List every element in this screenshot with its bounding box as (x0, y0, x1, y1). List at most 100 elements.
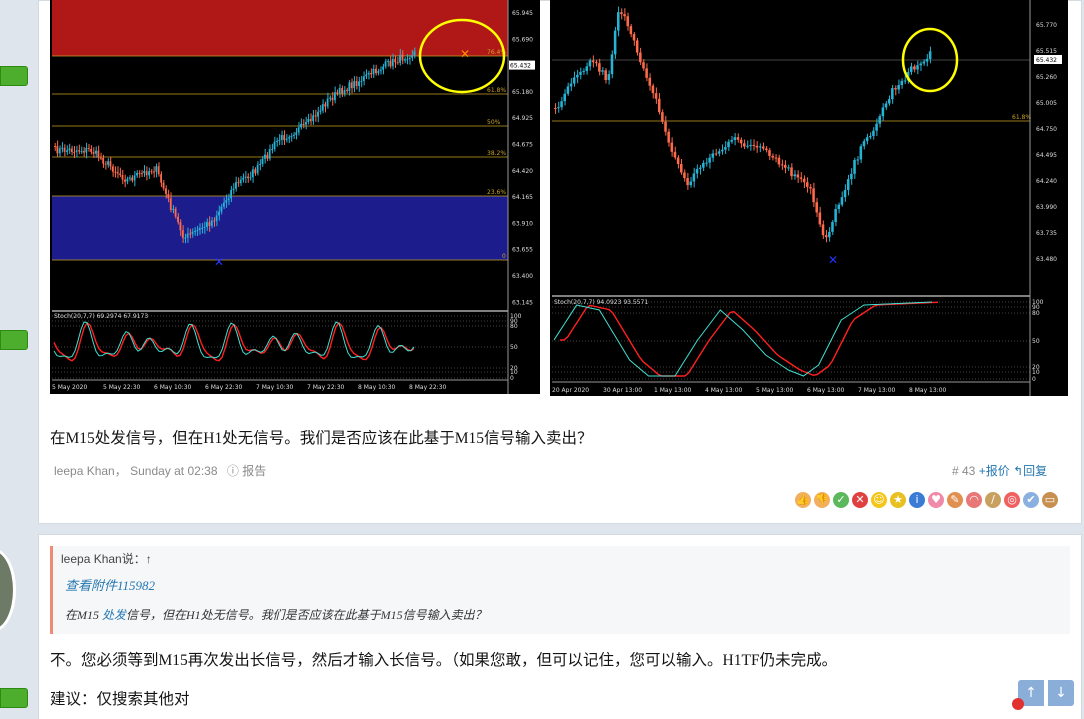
candle (635, 40, 639, 53)
candle (406, 59, 409, 61)
quote-button[interactable]: +报价 (979, 464, 1010, 478)
scroll-down-button[interactable]: ↓ (1048, 680, 1074, 706)
rainbow-icon[interactable]: ◠ (966, 492, 982, 508)
side-green-tab[interactable] (0, 66, 28, 86)
candle (365, 74, 368, 77)
post-author[interactable]: leepa Khan (54, 464, 115, 478)
candle (90, 148, 93, 152)
time-label: 7 May 22:30 (307, 384, 345, 391)
candle (54, 146, 56, 148)
wrench-icon[interactable]: ✎ (947, 492, 963, 508)
candle (201, 227, 204, 229)
candle (189, 233, 191, 235)
post-body: 在M15处发信号，但在H1处无信号。我们是否应该在此基于M15信号输入卖出？ (50, 430, 593, 447)
price-label: 65.180 (512, 89, 533, 96)
avatar[interactable] (0, 548, 16, 632)
candle (353, 81, 356, 89)
candle (903, 80, 907, 82)
candle (626, 16, 629, 27)
time-label: 1 May 13:00 (654, 387, 692, 394)
candle (865, 137, 869, 142)
brush-icon[interactable]: / (985, 492, 1001, 508)
price-axis: 65.945 65.690 65.432 65.180 64.925 64.675 64.4… (509, 10, 535, 306)
heart-icon[interactable]: ♥ (928, 492, 944, 508)
candle (232, 188, 235, 191)
candle (331, 97, 334, 101)
candle (645, 68, 648, 78)
candle (642, 62, 645, 69)
candle (585, 66, 589, 72)
star-icon[interactable]: ★ (890, 492, 906, 508)
quote-author[interactable]: leepa Khan说：↑ (61, 550, 152, 567)
candle (109, 161, 112, 167)
candle (66, 150, 68, 152)
fib-label: 0 (502, 253, 506, 260)
candle (82, 151, 85, 153)
candle (897, 85, 900, 90)
post-number[interactable]: # 43 (952, 464, 975, 478)
candle (925, 58, 929, 62)
left-chart-m15[interactable]: 76.4% 61.8% 50% 38.2% 23.6% 0 ✕ ✕ 100 90 80 50 20… (50, 0, 540, 394)
candle (280, 135, 283, 140)
stoch-signal-line (53, 321, 415, 362)
target-icon[interactable]: ◎ (1004, 492, 1020, 508)
post-time[interactable]: Sunday at 02:38 (130, 464, 217, 478)
smile-icon[interactable]: ☺ (871, 492, 887, 508)
stoch-main-line (53, 321, 415, 359)
time-label: 8 May 10:30 (358, 384, 396, 391)
candle (157, 166, 160, 175)
candle (579, 71, 582, 75)
attachment-link[interactable]: 查看附件115982 (65, 575, 155, 594)
current-price: 65.432 (510, 63, 531, 70)
candle (411, 55, 413, 58)
time-label: 7 May 13:00 (858, 387, 896, 394)
candle (884, 103, 888, 108)
candle (413, 51, 416, 56)
abc-check-icon[interactable]: ✔ (1023, 492, 1039, 508)
candle (160, 174, 162, 183)
candle (196, 230, 199, 232)
candle (557, 107, 560, 109)
report-link[interactable]: 报告 (242, 464, 266, 478)
candle (338, 88, 341, 94)
candle (273, 141, 276, 150)
candle (111, 166, 114, 172)
candle (755, 145, 759, 148)
candle (793, 174, 796, 177)
thumbs-up-icon[interactable]: 👍 (795, 492, 811, 508)
side-green-tab[interactable] (0, 688, 28, 708)
price-label: 64.750 (1036, 126, 1057, 133)
candle (689, 181, 692, 186)
weibo-icon[interactable] (1012, 698, 1024, 710)
info-react-icon[interactable]: i (909, 492, 925, 508)
side-green-tab[interactable] (0, 330, 28, 350)
candle (239, 179, 242, 184)
candle (673, 151, 677, 158)
candle (676, 157, 680, 165)
candle (177, 216, 179, 223)
thumbs-down-icon[interactable]: 👎 (814, 492, 830, 508)
info-icon: ⓘ (226, 464, 239, 478)
candle (348, 82, 351, 91)
price-label: 64.420 (512, 168, 533, 175)
candle (297, 127, 300, 133)
candle (821, 224, 825, 236)
cross-icon[interactable]: ✕ (852, 492, 868, 508)
candle (639, 52, 642, 63)
candle (591, 60, 595, 63)
price-label: 63.145 (512, 299, 533, 306)
right-chart-h1[interactable]: 61.8% ✕ 100 90 80 50 20 10 0 65.770 65.515 65.26… (550, 0, 1068, 396)
candle (136, 172, 138, 176)
candle (768, 150, 771, 156)
box-icon[interactable]: ▭ (1042, 492, 1058, 508)
candle (68, 148, 71, 151)
candle (560, 101, 563, 108)
candle (928, 51, 932, 59)
candle (87, 147, 90, 149)
fib-lines: 61.8% (552, 59, 1031, 122)
time-label: 8 May 13:00 (909, 387, 947, 394)
check-icon[interactable]: ✓ (833, 492, 849, 508)
reply-button[interactable]: 回复 (1023, 464, 1047, 478)
quote-link[interactable]: 处发 (102, 608, 126, 622)
candle (594, 62, 598, 64)
